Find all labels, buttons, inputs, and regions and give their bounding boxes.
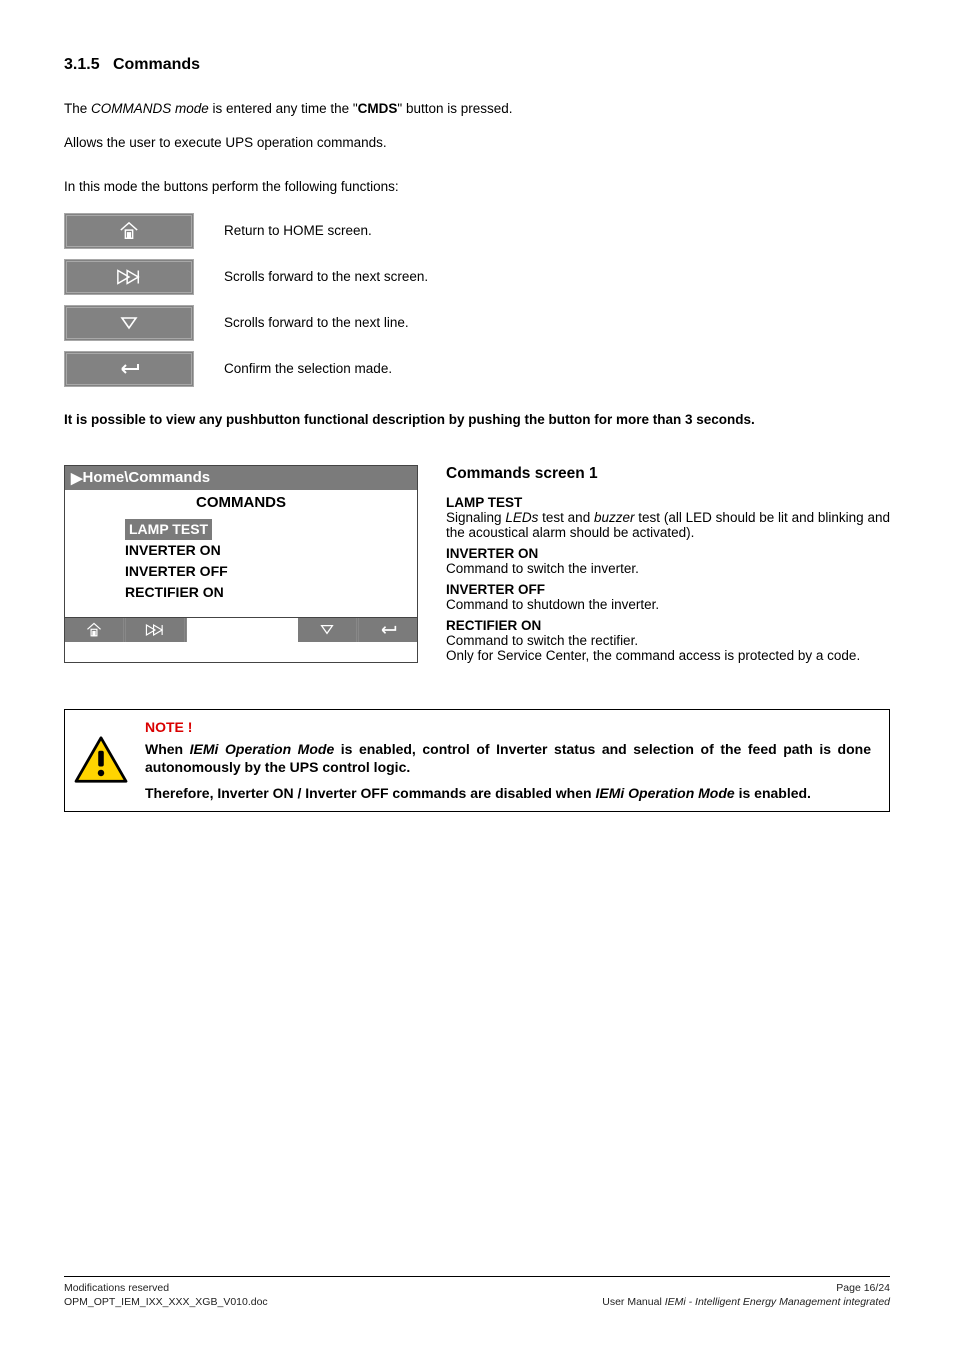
lcd-item[interactable]: INVERTER OFF: [125, 563, 228, 579]
lcd-item-selected[interactable]: LAMP TEST: [125, 519, 212, 540]
desc-invoff-h: INVERTER OFF: [446, 582, 890, 597]
toolbar-home-icon[interactable]: [65, 618, 126, 642]
warning-icon: [73, 732, 129, 788]
next-line-button-desc: Scrolls forward to the next line.: [224, 315, 409, 330]
desc-lamp-h: LAMP TEST: [446, 495, 890, 510]
lcd-breadcrumb: ▶Home\Commands: [65, 466, 417, 490]
lcd-toolbar: [65, 617, 417, 642]
note-text: NOTE ! When IEMi Operation Mode is enabl…: [145, 718, 871, 803]
description-column: Commands screen 1 LAMP TEST Signaling LE…: [446, 465, 890, 663]
desc-lamp-p: Signaling LEDs test and buzzer test (all…: [446, 510, 890, 540]
lcd-body: LAMP TEST INVERTER ON INVERTER OFF RECTI…: [65, 519, 417, 617]
toolbar-spacer: [187, 618, 298, 642]
desc-heading: Commands screen 1: [446, 465, 890, 483]
section-title-text: Commands: [113, 56, 200, 73]
footer-left-1: Modifications reserved: [64, 1281, 268, 1296]
next-line-button-icon: [64, 305, 194, 341]
confirm-button-desc: Confirm the selection made.: [224, 361, 392, 376]
lcd-title: COMMANDS: [65, 490, 417, 519]
intro-line-3: In this mode the buttons perform the fol…: [64, 178, 890, 196]
next-screen-button-desc: Scrolls forward to the next screen.: [224, 269, 428, 284]
section-heading: 3.1.5 Commands: [64, 56, 890, 74]
lcd-item[interactable]: INVERTER ON: [125, 542, 221, 558]
next-screen-button-icon: [64, 259, 194, 295]
desc-rect-p2: Only for Service Center, the command acc…: [446, 648, 890, 663]
lcd-screen: ▶Home\Commands COMMANDS LAMP TEST INVERT…: [64, 465, 418, 663]
hint-text: It is possible to view any pushbutton fu…: [64, 411, 890, 429]
desc-invoff-p: Command to shutdown the inverter.: [446, 597, 890, 612]
note-title: NOTE !: [145, 718, 871, 736]
intro-line-2: Allows the user to execute UPS operation…: [64, 134, 890, 152]
footer-left-2: OPM_OPT_IEM_IXX_XXX_XGB_V010.doc: [64, 1295, 268, 1310]
lcd-item[interactable]: RECTIFIER ON: [125, 584, 224, 600]
note-p1: When IEMi Operation Mode is enabled, con…: [145, 741, 871, 775]
desc-invon-h: INVERTER ON: [446, 546, 890, 561]
desc-rect-p1: Command to switch the rectifier.: [446, 633, 890, 648]
toolbar-next-screen-icon[interactable]: [126, 618, 187, 642]
home-button-desc: Return to HOME screen.: [224, 223, 372, 238]
intro-line-1: The COMMANDS mode is entered any time th…: [64, 100, 890, 118]
footer-right-2: User Manual IEMi - Intelligent Energy Ma…: [602, 1295, 890, 1310]
desc-rect-h: RECTIFIER ON: [446, 618, 890, 633]
home-button-icon: [64, 213, 194, 249]
note-box: NOTE ! When IEMi Operation Mode is enabl…: [64, 709, 890, 812]
note-p2: Therefore, Inverter ON / Inverter OFF co…: [145, 785, 811, 801]
confirm-button-icon: [64, 351, 194, 387]
section-number: 3.1.5: [64, 56, 100, 73]
toolbar-down-icon[interactable]: [298, 618, 359, 642]
toolbar-enter-icon[interactable]: [359, 618, 417, 642]
desc-invon-p: Command to switch the inverter.: [446, 561, 890, 576]
page-footer: Modifications reserved OPM_OPT_IEM_IXX_X…: [64, 1276, 890, 1310]
footer-right-1: Page 16/24: [836, 1281, 890, 1296]
